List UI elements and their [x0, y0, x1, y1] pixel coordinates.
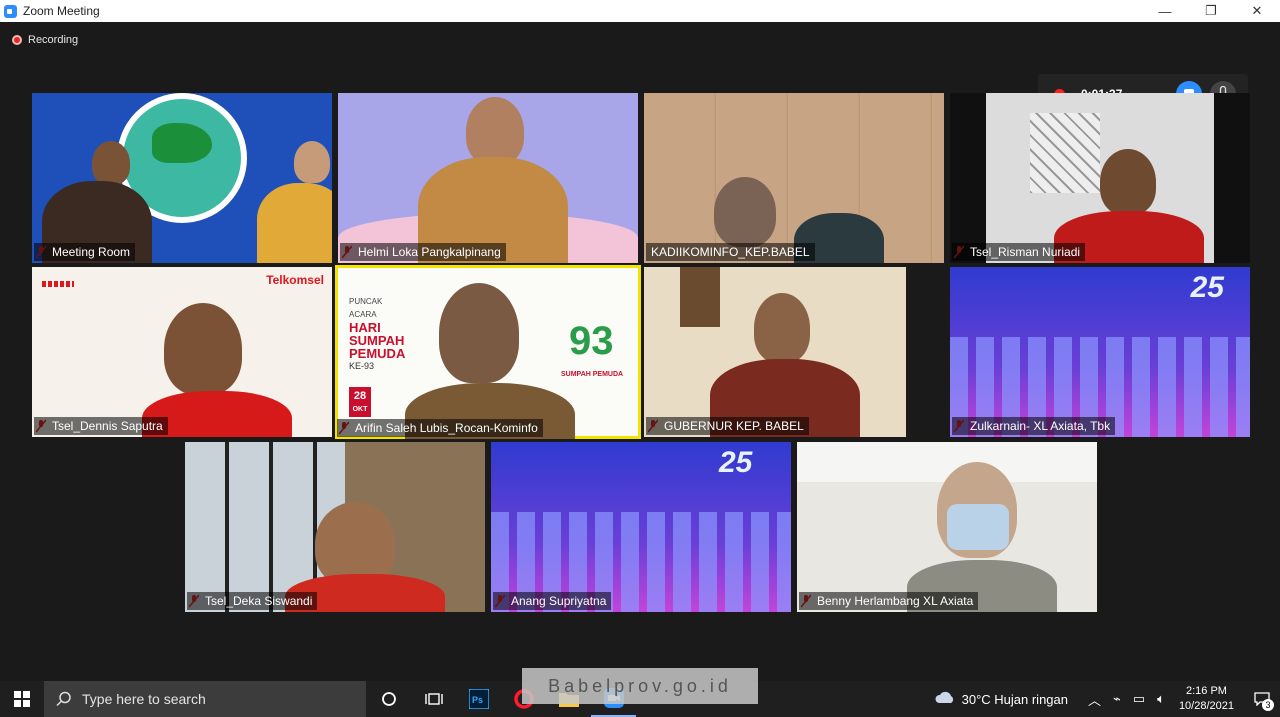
- taskbar-search-input[interactable]: Type here to search: [44, 681, 366, 717]
- window-titlebar: Zoom Meeting — ❐ ✕: [0, 0, 1280, 22]
- video-tile[interactable]: Telkomsel Tsel_Dennis Saputra: [32, 267, 332, 437]
- taskbar-clock[interactable]: 2:16 PM 10/28/2021: [1179, 684, 1234, 714]
- participant-name: Helmi Loka Pangkalpinang: [340, 243, 506, 261]
- video-tile[interactable]: Meeting Room: [32, 93, 332, 263]
- participant-name: Meeting Room: [34, 243, 136, 261]
- banner-line: PUNCAK: [349, 297, 383, 306]
- video-tile[interactable]: KADIIKOMINFO_KEP.BABEL: [644, 93, 944, 263]
- video-tile[interactable]: Tsel_Risman Nuriadi: [950, 93, 1250, 263]
- xl-anniversary-logo: 25: [719, 446, 753, 479]
- anniversary-logo: 93: [569, 319, 614, 363]
- battery-icon[interactable]: ▭: [1133, 691, 1145, 707]
- banner-line: PEMUDA: [349, 346, 406, 361]
- recording-indicator: Recording: [12, 34, 78, 46]
- start-button[interactable]: [0, 681, 44, 717]
- video-tile[interactable]: Benny Herlambang XL Axiata: [797, 442, 1097, 612]
- close-button[interactable]: ✕: [1234, 0, 1280, 22]
- meeting-stage: Recording 0:01:37 Meeting Room Helmi Lok…: [0, 22, 1280, 681]
- cortana-icon: [381, 692, 396, 706]
- maximize-button[interactable]: ❐: [1188, 0, 1234, 22]
- weather-widget[interactable]: 30°C Hujan ringan: [934, 691, 1068, 707]
- cortana-button[interactable]: [366, 681, 411, 717]
- participant-name: Arifin Saleh Lubis_Rocan-Kominfo: [337, 419, 543, 437]
- weather-text: 30°C Hujan ringan: [961, 691, 1068, 707]
- photoshop-icon: Ps: [468, 689, 489, 709]
- search-placeholder: Type here to search: [82, 691, 206, 707]
- anniversary-caption: SUMPAH PEMUDA: [561, 371, 624, 378]
- cloud-rain-icon: [935, 691, 953, 703]
- watermark: Babelprov.go.id: [522, 668, 758, 704]
- chevron-up-icon[interactable]: ︿: [1088, 690, 1101, 709]
- banner-line: KE-93: [349, 361, 375, 371]
- clock-date: 10/28/2021: [1178, 700, 1234, 712]
- event-banner: PUNCAK ACARA HARI SUMPAH PEMUDA KE-93: [349, 295, 405, 373]
- video-tile[interactable]: 25 Zulkarnain- XL Axiata, Tbk: [950, 267, 1250, 437]
- video-tile[interactable]: 25 Anang Supriyatna: [491, 442, 791, 612]
- participant-name: Tsel_Risman Nuriadi: [952, 243, 1086, 261]
- participant-name: Anang Supriyatna: [493, 592, 612, 610]
- clock-time: 2:16 PM: [1185, 685, 1227, 697]
- windows-logo-icon: [14, 691, 30, 707]
- network-icon[interactable]: ⌁: [1113, 691, 1121, 707]
- date-day: 28: [353, 390, 367, 402]
- video-tile[interactable]: Tsel_Deka Siswandi: [185, 442, 485, 612]
- participant-name: Tsel_Deka Siswandi: [187, 592, 318, 610]
- window-controls: — ❐ ✕: [1142, 0, 1280, 22]
- participant-name: Zulkarnain- XL Axiata, Tbk: [952, 417, 1116, 435]
- zoom-app-icon: [4, 4, 17, 18]
- participant-name: GUBERNUR KEP. BABEL: [646, 417, 809, 435]
- date-month: OKT: [352, 406, 368, 413]
- xl-anniversary-logo: 25: [1190, 271, 1224, 304]
- participant-name: Benny Herlambang XL Axiata: [799, 592, 979, 610]
- photoshop-taskbar-button[interactable]: Ps: [456, 681, 501, 717]
- record-dot-icon: [12, 35, 22, 45]
- system-tray: 30°C Hujan ringan ︿ ⌁ ▭ 🔈︎ 2:16 PM 10/28…: [934, 681, 1280, 717]
- minimize-button[interactable]: —: [1142, 0, 1188, 22]
- notification-center-button[interactable]: 3: [1244, 681, 1280, 717]
- task-view-icon: [424, 693, 443, 705]
- video-tile-active-speaker[interactable]: PUNCAK ACARA HARI SUMPAH PEMUDA KE-93 28…: [335, 265, 641, 439]
- telkomsel-logo-text: Telkomsel: [266, 273, 324, 287]
- date-badge: 28 OKT: [349, 387, 371, 417]
- video-tile[interactable]: GUBERNUR KEP. BABEL: [644, 267, 906, 437]
- participant-name: Tsel_Dennis Saputra: [34, 417, 168, 435]
- participant-name: KADIIKOMINFO_KEP.BABEL: [646, 243, 815, 261]
- recording-label: Recording: [28, 34, 79, 46]
- task-view-button[interactable]: [411, 681, 456, 717]
- search-icon: [56, 691, 71, 707]
- video-tile[interactable]: Helmi Loka Pangkalpinang: [338, 93, 638, 263]
- svg-text:Ps: Ps: [472, 695, 483, 705]
- volume-icon[interactable]: 🔈︎: [1157, 691, 1165, 707]
- window-title: Zoom Meeting: [23, 4, 100, 18]
- notification-count-badge: 3: [1262, 699, 1274, 711]
